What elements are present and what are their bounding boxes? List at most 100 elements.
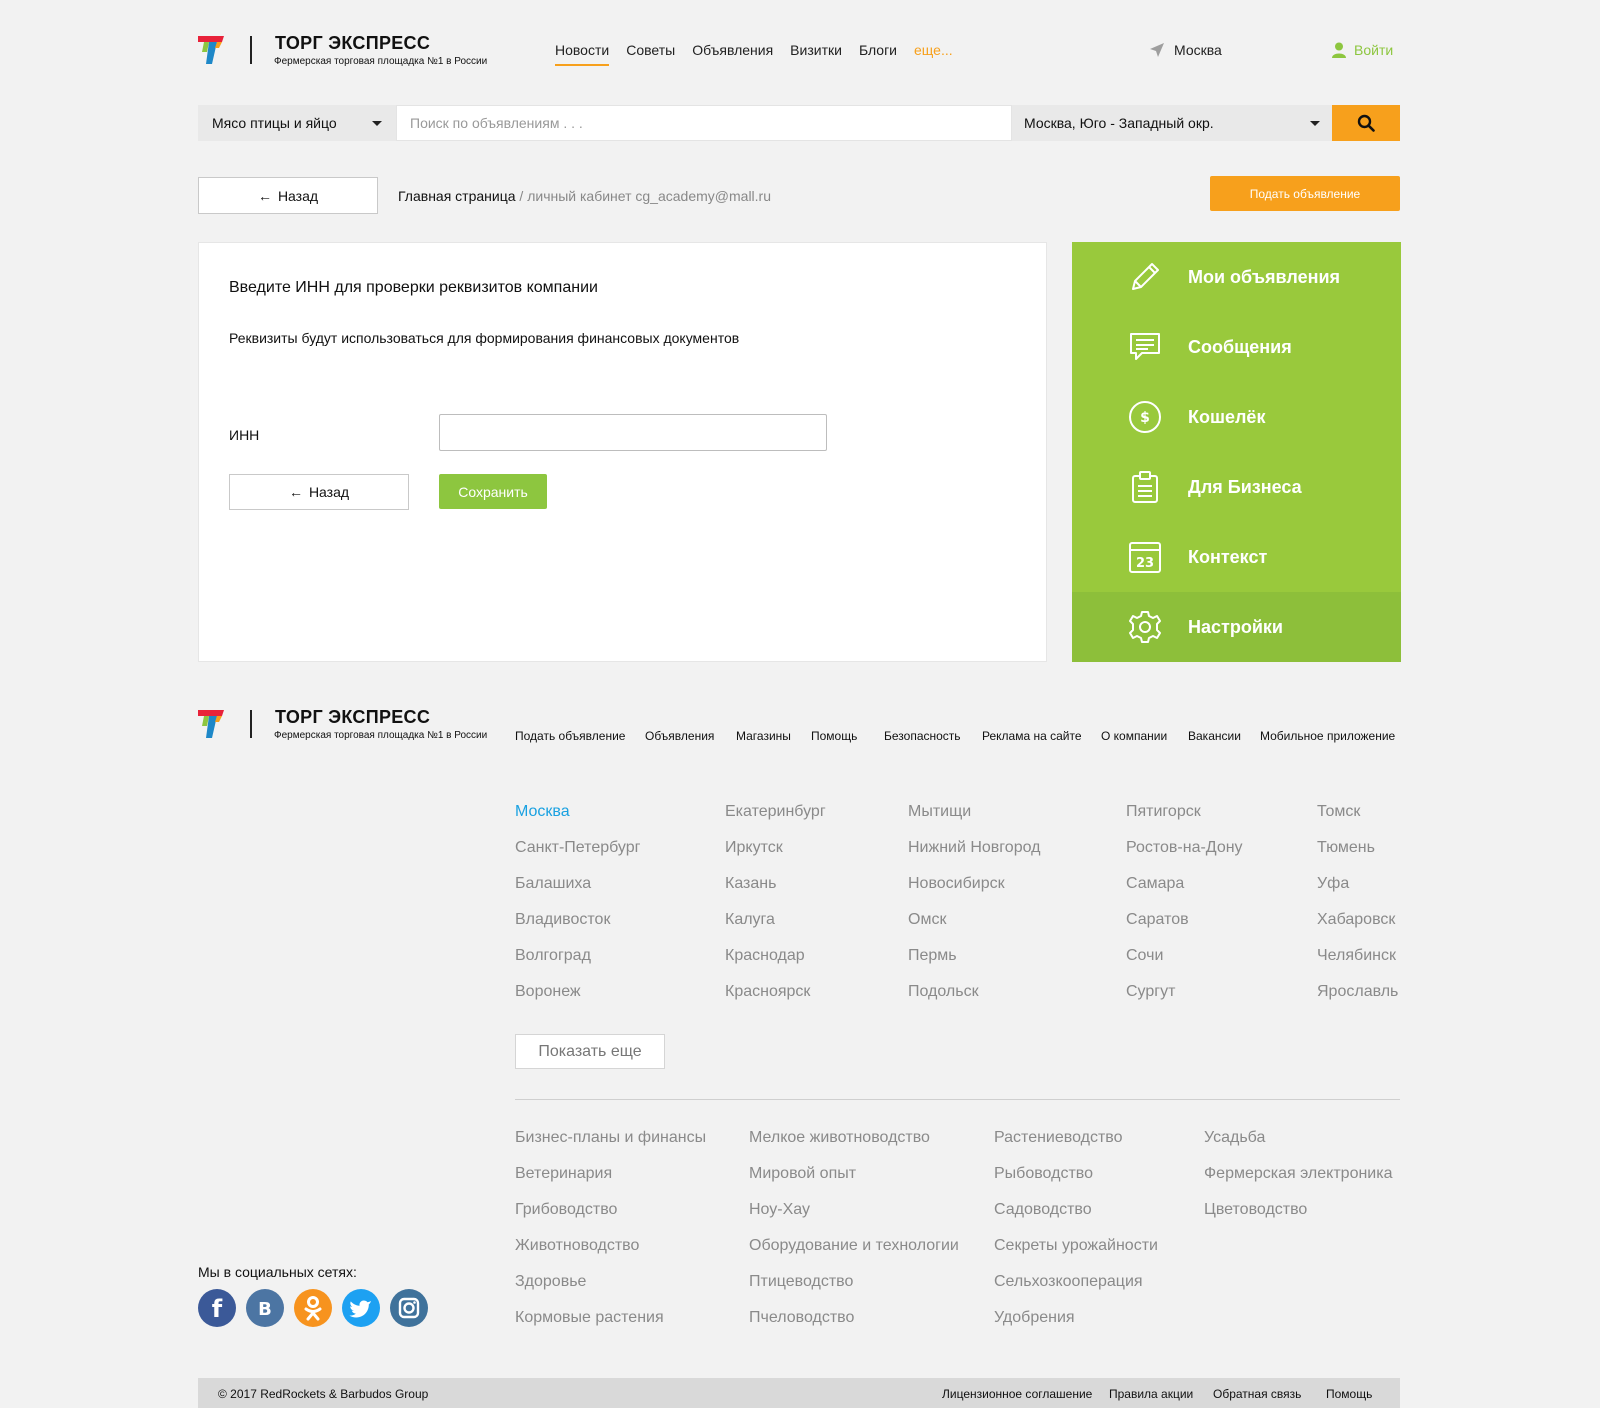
- city-link[interactable]: Мытищи: [908, 803, 971, 821]
- nav-item-cards[interactable]: Визитки: [790, 42, 842, 66]
- category-link[interactable]: Растениеводство: [994, 1129, 1123, 1147]
- sidemenu-item-business[interactable]: Для Бизнеса: [1072, 452, 1401, 522]
- category-link[interactable]: Грибоводство: [515, 1201, 617, 1219]
- category-link[interactable]: Кормовые растения: [515, 1309, 664, 1327]
- form-back-button[interactable]: ← Назад: [229, 474, 409, 510]
- search-button[interactable]: [1332, 105, 1400, 141]
- save-button[interactable]: Сохранить: [439, 474, 547, 509]
- nav-item-blogs[interactable]: Блоги: [859, 42, 897, 66]
- category-link[interactable]: Пчеловодство: [749, 1309, 854, 1327]
- bottom-link-license[interactable]: Лицензионное соглашение: [942, 1387, 1092, 1401]
- category-link[interactable]: Удобрения: [994, 1309, 1075, 1327]
- city-link[interactable]: Калуга: [725, 911, 775, 929]
- search-input[interactable]: [396, 105, 1012, 141]
- nav-item-news[interactable]: Новости: [555, 42, 610, 66]
- nav-item-ads[interactable]: Объявления: [692, 42, 773, 66]
- category-link[interactable]: Здоровье: [515, 1273, 586, 1291]
- location-select[interactable]: Москва, Юго - Западный окр.: [1012, 105, 1332, 141]
- category-link[interactable]: Садоводство: [994, 1201, 1092, 1219]
- category-link[interactable]: Фермерская электроника: [1204, 1165, 1393, 1183]
- sidemenu-item-wallet[interactable]: $ Кошелёк: [1072, 382, 1401, 452]
- instagram-icon[interactable]: [390, 1289, 428, 1327]
- city-link[interactable]: Владивосток: [515, 911, 610, 929]
- city-link[interactable]: Омск: [908, 911, 946, 929]
- city-link[interactable]: Красноярск: [725, 983, 810, 1001]
- category-link[interactable]: Оборудование и технологии: [749, 1237, 959, 1255]
- city-link[interactable]: Челябинск: [1317, 947, 1396, 965]
- bottom-link-feedback[interactable]: Обратная связь: [1213, 1387, 1301, 1401]
- show-more-cities-button[interactable]: Показать еще: [515, 1034, 665, 1069]
- sidemenu-item-my-ads[interactable]: Мои объявления: [1072, 242, 1401, 312]
- city-link[interactable]: Балашиха: [515, 875, 591, 893]
- category-link[interactable]: Животноводство: [515, 1237, 639, 1255]
- city-link[interactable]: Хабаровск: [1317, 911, 1395, 929]
- login-label: Войти: [1354, 42, 1394, 58]
- vk-icon[interactable]: В: [246, 1289, 284, 1327]
- city-link[interactable]: Томск: [1317, 803, 1360, 821]
- city-link[interactable]: Самара: [1126, 875, 1184, 893]
- category-link[interactable]: Ветеринария: [515, 1165, 612, 1183]
- bottom-link-rules[interactable]: Правила акции: [1109, 1387, 1193, 1401]
- city-selector[interactable]: Москва: [1149, 42, 1222, 58]
- nav-more-link[interactable]: еще...: [914, 42, 953, 66]
- city-link[interactable]: Пермь: [908, 947, 957, 965]
- footer-nav-item[interactable]: Вакансии: [1188, 729, 1241, 743]
- city-link[interactable]: Воронеж: [515, 983, 581, 1001]
- category-link[interactable]: Усадьба: [1204, 1129, 1265, 1147]
- city-link[interactable]: Волгоград: [515, 947, 591, 965]
- city-link[interactable]: Ростов-на-Дону: [1126, 839, 1243, 857]
- city-link[interactable]: Москва: [515, 803, 570, 821]
- city-link[interactable]: Подольск: [908, 983, 979, 1001]
- login-link[interactable]: Войти: [1332, 42, 1393, 58]
- footer-nav-item[interactable]: Подать объявление: [515, 729, 625, 743]
- category-link[interactable]: Цветоводство: [1204, 1201, 1307, 1219]
- category-link[interactable]: Мелкое животноводство: [749, 1129, 930, 1147]
- city-link[interactable]: Новосибирск: [908, 875, 1005, 893]
- footer-nav-item[interactable]: О компании: [1101, 729, 1167, 743]
- city-link[interactable]: Екатеринбург: [725, 803, 826, 821]
- city-link[interactable]: Казань: [725, 875, 776, 893]
- footer-nav-item[interactable]: Безопасность: [884, 729, 961, 743]
- category-link[interactable]: Бизнес-планы и финансы: [515, 1129, 706, 1147]
- category-link[interactable]: Сельхозкооперация: [994, 1273, 1143, 1291]
- footer-nav-item[interactable]: Объявления: [645, 729, 714, 743]
- category-link[interactable]: Мировой опыт: [749, 1165, 856, 1183]
- svg-text:$: $: [1140, 410, 1150, 426]
- breadcrumb-home-link[interactable]: Главная страница: [398, 188, 516, 204]
- category-select[interactable]: Мясо птицы и яйцо: [198, 105, 396, 141]
- facebook-icon[interactable]: f: [198, 1289, 236, 1327]
- location-arrow-icon: [1150, 43, 1164, 57]
- footer-nav-item[interactable]: Мобильное приложение: [1260, 729, 1395, 743]
- bottom-link-help[interactable]: Помощь: [1326, 1387, 1372, 1401]
- footer-nav-item[interactable]: Помощь: [811, 729, 857, 743]
- city-link[interactable]: Пятигорск: [1126, 803, 1201, 821]
- city-link[interactable]: Краснодар: [725, 947, 805, 965]
- inn-input[interactable]: [439, 414, 827, 451]
- city-link[interactable]: Саратов: [1126, 911, 1189, 929]
- back-button[interactable]: ← Назад: [198, 177, 378, 214]
- logo[interactable]: [198, 36, 224, 69]
- category-link[interactable]: Птицеводство: [749, 1273, 853, 1291]
- arrow-left-icon: ←: [257, 187, 272, 204]
- city-link[interactable]: Санкт-Петербург: [515, 839, 640, 857]
- city-link[interactable]: Тюмень: [1317, 839, 1375, 857]
- footer-nav-item[interactable]: Магазины: [736, 729, 791, 743]
- category-link[interactable]: Рыбоводство: [994, 1165, 1093, 1183]
- city-link[interactable]: Нижний Новгород: [908, 839, 1040, 857]
- category-link[interactable]: Секреты урожайности: [994, 1237, 1158, 1255]
- city-link[interactable]: Ярославль: [1317, 983, 1398, 1001]
- nav-item-tips[interactable]: Советы: [626, 42, 675, 66]
- category-link[interactable]: Ноу-Хау: [749, 1201, 810, 1219]
- post-ad-button[interactable]: Подать объявление: [1210, 176, 1400, 211]
- odnoklassniki-icon[interactable]: [294, 1289, 332, 1327]
- city-link[interactable]: Сочи: [1126, 947, 1163, 965]
- city-link[interactable]: Сургут: [1126, 983, 1175, 1001]
- sidemenu-item-settings[interactable]: Настройки: [1072, 592, 1401, 662]
- footer-nav-item[interactable]: Реклама на сайте: [982, 729, 1082, 743]
- city-link[interactable]: Иркутск: [725, 839, 783, 857]
- account-sidemenu: Мои объявления Сообщения $ Кошелёк Для Б…: [1072, 242, 1401, 662]
- sidemenu-item-context[interactable]: 23 Контекст: [1072, 522, 1401, 592]
- twitter-icon[interactable]: [342, 1289, 380, 1327]
- city-link[interactable]: Уфа: [1317, 875, 1349, 893]
- sidemenu-item-messages[interactable]: Сообщения: [1072, 312, 1401, 382]
